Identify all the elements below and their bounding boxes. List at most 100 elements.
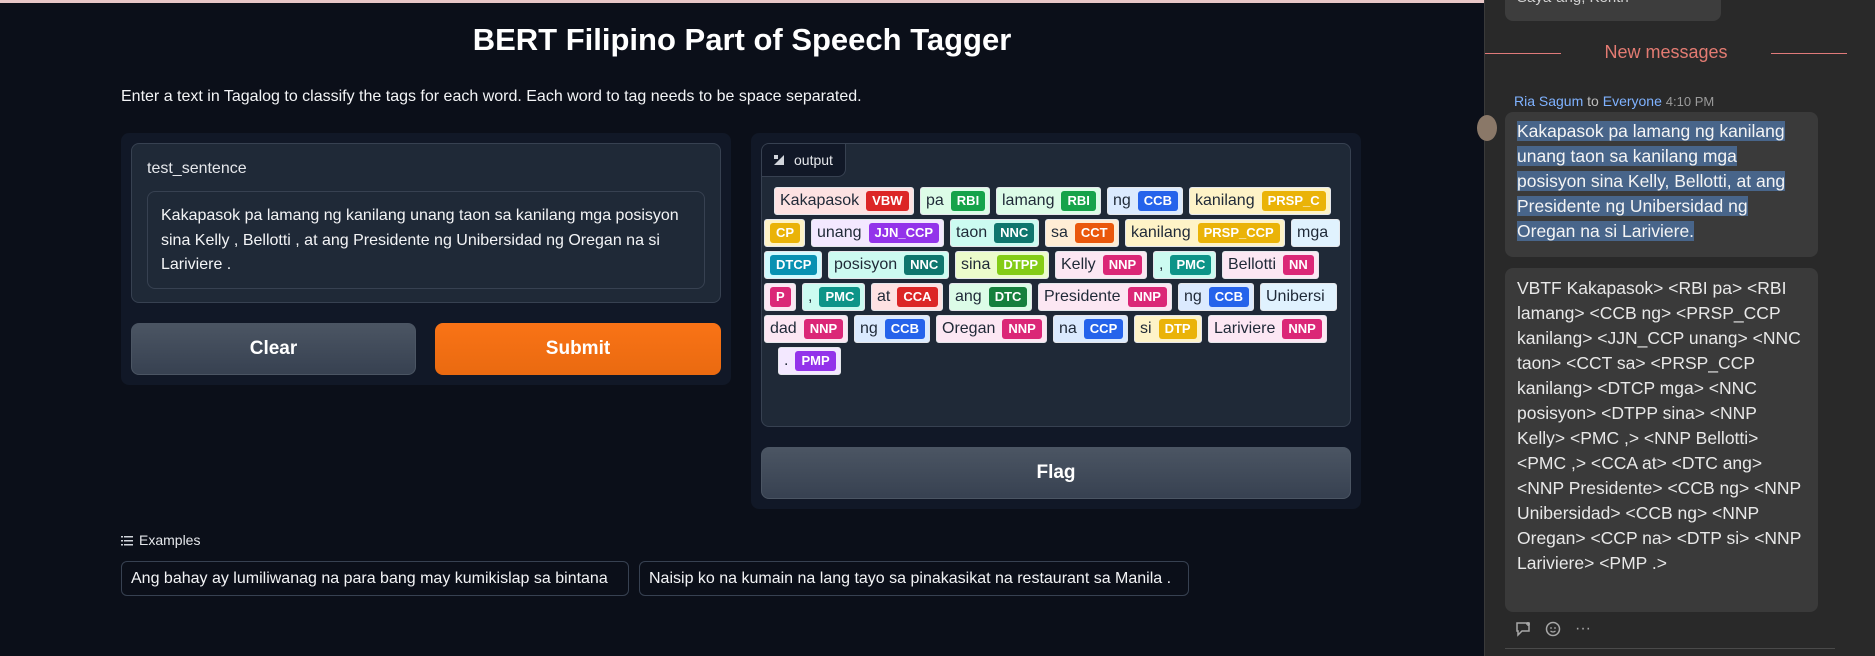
example-button-2[interactable]: Naisip ko na kumain na lang tayo sa pina… [639,561,1189,596]
token-word: taon [956,224,988,241]
token-word: mga [1297,224,1329,241]
tagged-token: , PMC [1153,251,1217,279]
token-tag: PRSP_C [1261,191,1326,211]
tagged-token: lamang RBI [996,187,1101,215]
reply-icon[interactable] [1515,621,1533,637]
token-word: kanilang [1195,192,1255,209]
message-time: 4:10 PM [1665,94,1715,109]
tagged-token: pa RBI [920,187,991,215]
sender-name[interactable]: Ria Sagum [1514,93,1583,109]
top-accent-line [0,0,1484,3]
chat-message-1[interactable]: Kakapasok pa lamang ng kanilang unang ta… [1505,112,1818,257]
recipient-name[interactable]: Everyone [1603,93,1662,109]
selected-text[interactable]: Kakapasok pa lamang ng kanilang unang ta… [1517,121,1786,241]
divider-line-right [1771,53,1847,54]
tagged-token: Unibersi [1260,283,1337,311]
tagged-token: kanilang PRSP_C [1189,187,1331,215]
tagged-token: P [764,283,796,311]
input-panel: test_sentence Kakapasok pa lamang ng kan… [121,133,731,385]
token-tag: DTP [1158,319,1197,339]
new-messages-divider: New messages [1485,42,1875,64]
token-word: , [808,288,813,305]
bottom-divider [1505,648,1835,656]
token-tag: NNP [803,319,844,339]
list-icon [121,535,133,545]
token-tag: CCB [1137,191,1178,211]
token-tag: DTC [988,287,1028,307]
tagged-token: sa CCT [1045,219,1119,247]
previous-message: Saya-ang, Kenth [1505,0,1721,21]
highlight-icon [774,155,784,165]
token-word: lamang [1002,192,1055,209]
token-word: . [784,352,789,369]
tagged-token: Lariviere NNP [1208,315,1327,343]
tagged-token: at CCA [871,283,943,311]
more-options-icon[interactable]: ··· [1575,620,1591,638]
token-tag: CCT [1074,223,1114,243]
token-word: Lariviere [1214,320,1276,337]
tagged-token: si DTP [1134,315,1202,343]
avatar[interactable] [1477,115,1497,141]
token-tag: P [770,287,791,307]
token-word: pa [926,192,944,209]
tagged-token: ng CCB [1107,187,1183,215]
token-word: at [877,288,891,305]
token-word: Kakapasok [780,192,860,209]
token-word: dad [770,320,797,337]
tagged-token: Kakapasok VBW [774,187,914,215]
tagged-token: kanilang PRSP_CCP [1125,219,1285,247]
sentence-input[interactable]: Kakapasok pa lamang ng kanilang unang ta… [147,191,705,289]
token-word: Presidente [1044,288,1121,305]
token-word: ang [955,288,982,305]
tagged-token: Presidente NNP [1038,283,1172,311]
emoji-reaction-icon[interactable] [1545,620,1563,638]
token-word: ng [1184,288,1202,305]
tagged-token: . PMP [778,347,841,375]
submit-button[interactable]: Submit [435,323,721,375]
token-tag: DTPP [997,255,1045,275]
output-label-text: output [794,152,833,168]
token-word: Unibersi [1266,288,1325,305]
token-tag: RBI [950,191,986,211]
textbox-block: test_sentence Kakapasok pa lamang ng kan… [131,143,721,303]
token-word: Oregan [942,320,996,337]
token-word: kanilang [1131,224,1191,241]
examples-header: Examples [121,532,200,548]
token-word: ng [860,320,878,337]
token-word: sa [1051,224,1068,241]
chat-panel: Saya-ang, Kenth New messages Ria Sagum t… [1477,0,1875,656]
token-tag: NNP [1002,319,1042,339]
token-tag: CP [770,223,801,243]
tagged-token: sina DTPP [955,251,1050,279]
token-tag: CCA [897,287,938,307]
token-word: na [1059,320,1077,337]
token-tag: PMP [795,351,836,371]
token-tag: CCB [884,319,925,339]
token-tag: CCB [1208,287,1249,307]
tagged-token: Kelly NNP [1055,251,1148,279]
flag-button[interactable]: Flag [761,447,1351,499]
token-word: unang [817,224,862,241]
token-tag: PMC [819,287,861,307]
token-word: Bellotti [1228,256,1277,273]
tagged-token: Oregan NNP [936,315,1047,343]
token-tag: PMC [1170,255,1212,275]
tagged-token: na CCP [1053,315,1129,343]
token-word: ng [1113,192,1131,209]
example-button-1[interactable]: Ang bahay ay lumiliwanag na para bang ma… [121,561,629,596]
tagged-token: ng CCB [854,315,930,343]
tagged-token: , PMC [802,283,866,311]
to-word: to [1587,93,1599,109]
token-tag: RBI [1061,191,1096,211]
chat-message-2[interactable]: VBTF Kakapasok> <RBI pa> <RBI lamang> <C… [1505,268,1818,612]
token-tag: CCP [1083,319,1124,339]
output-panel: output Kakapasok VBW pa RBI lamang RBI ng CCB ka… [751,133,1361,509]
token-tag: VBW [866,191,909,211]
token-tag: JJN_CCP [868,223,940,243]
tagged-token: dad NNP [764,315,849,343]
highlighted-output: output Kakapasok VBW pa RBI lamang RBI ng CCB ka… [761,143,1351,427]
message-actions: ··· [1515,620,1591,638]
clear-button[interactable]: Clear [131,323,416,375]
token-word: , [1159,256,1164,273]
tagged-token: ng CCB [1178,283,1254,311]
